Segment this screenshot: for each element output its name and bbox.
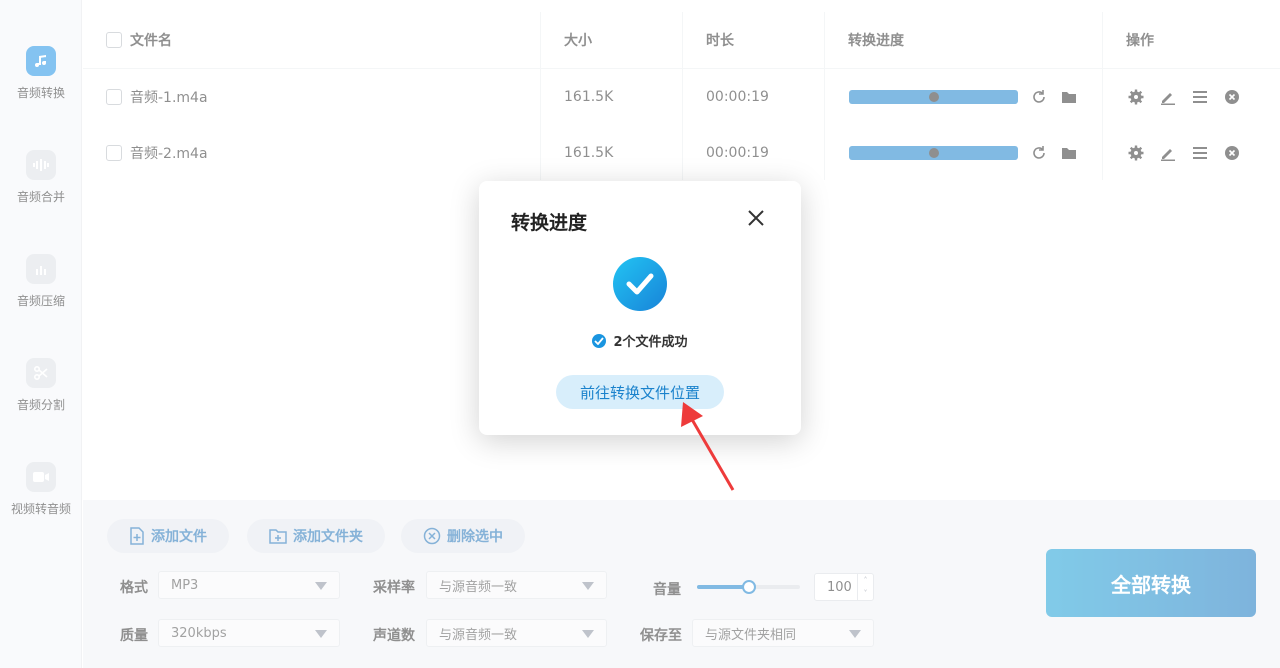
close-icon[interactable]: [745, 207, 767, 229]
dialog-title: 转换进度: [511, 212, 588, 234]
success-summary: 2个文件成功: [479, 331, 801, 350]
conversion-progress-dialog: 转换进度 2个文件成功 前往转换文件位置: [479, 181, 801, 435]
open-output-folder-button[interactable]: 前往转换文件位置: [556, 375, 724, 409]
small-check-icon: [592, 333, 607, 348]
success-check-icon: [613, 257, 667, 311]
success-text: 2个文件成功: [613, 335, 688, 350]
